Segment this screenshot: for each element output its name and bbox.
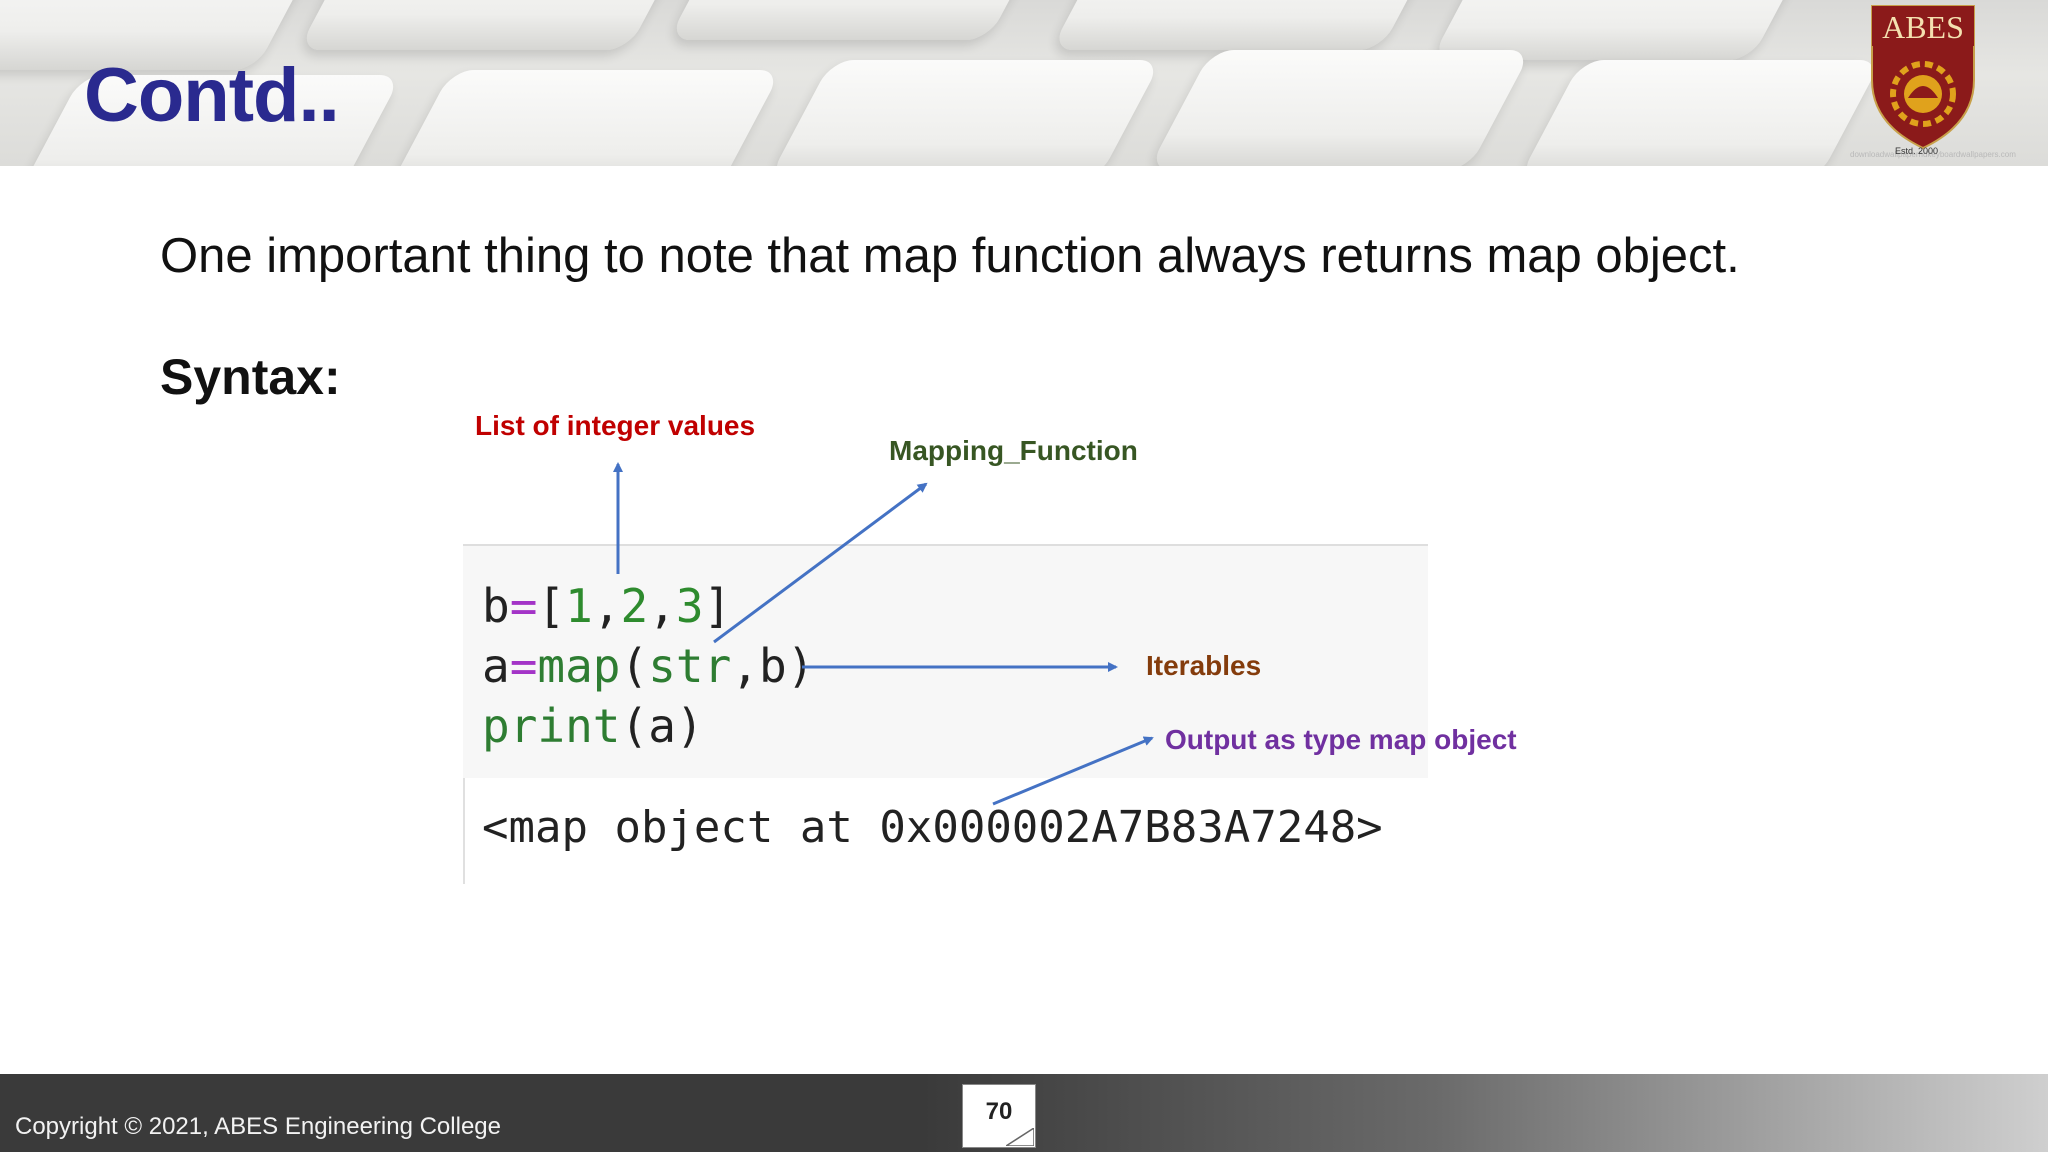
annotation-list-of-integers: List of integer values	[475, 410, 756, 441]
annotation-arrows	[613, 462, 1154, 806]
annotation-mapping-function: Mapping_Function	[889, 435, 1138, 466]
arrow-output	[992, 736, 1154, 806]
copyright-text: Copyright © 2021, ABES Engineering Colle…	[15, 1113, 501, 1140]
page-number: 70	[985, 1098, 1013, 1125]
annotation-output-type: Output as type map object	[1165, 724, 1517, 755]
annotation-iterables: Iterables	[1146, 650, 1262, 681]
arrow-mapping	[713, 482, 928, 644]
page-curl-icon	[1006, 1128, 1034, 1146]
